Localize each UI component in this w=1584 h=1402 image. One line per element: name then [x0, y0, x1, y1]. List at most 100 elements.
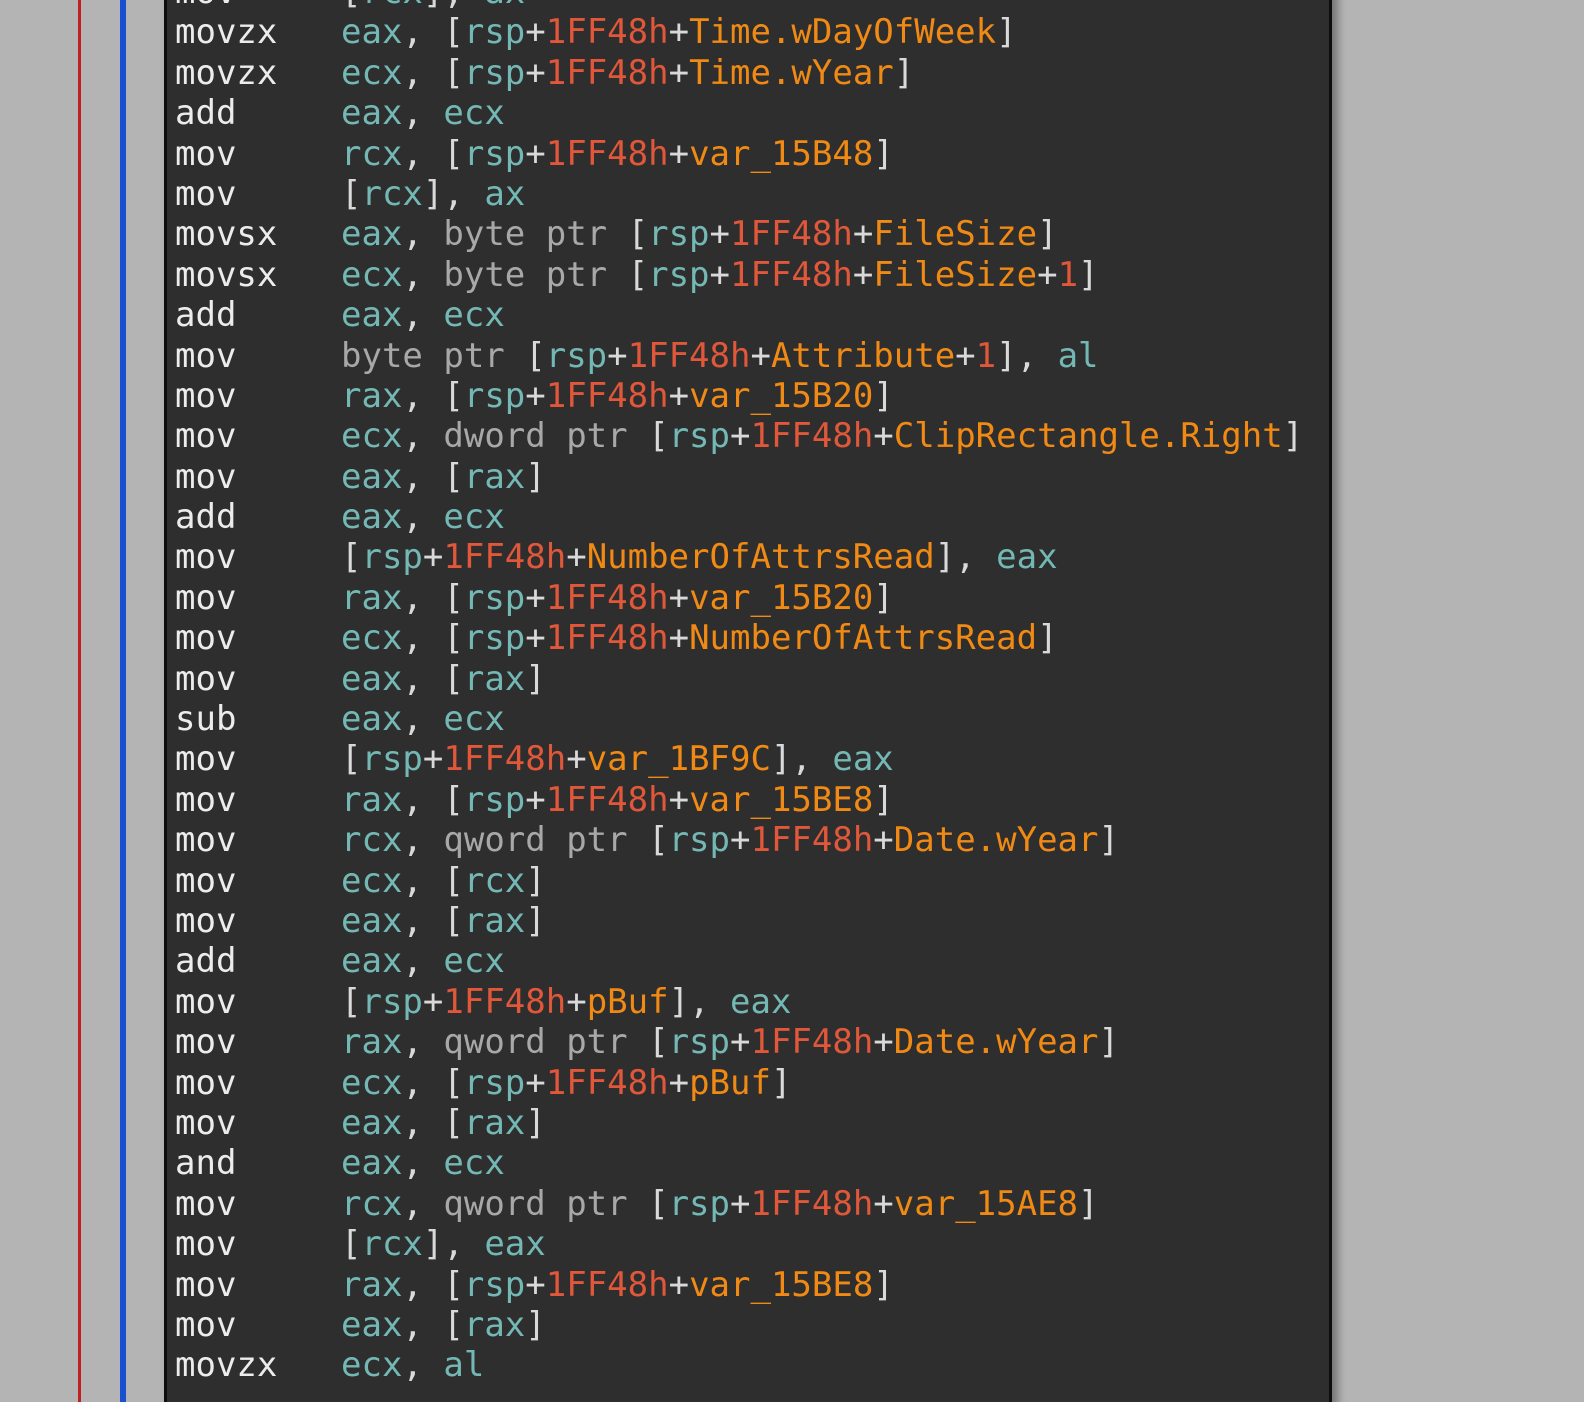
instruction-line[interactable]: movsx ecx, byte ptr [rsp+1FF48h+FileSize+…	[175, 255, 1303, 295]
operand-symbol[interactable]: var_15BE8	[689, 780, 873, 820]
operand-punctuation: +	[525, 618, 546, 659]
instruction-line[interactable]: sub eax, ecx	[175, 699, 1303, 739]
operand-symbol[interactable]: Time.wYear	[689, 53, 894, 93]
operand-symbol[interactable]: var_15B20	[689, 578, 873, 618]
operand-register: rsp	[463, 375, 526, 416]
operand-register: rcx	[341, 133, 403, 174]
instruction-line[interactable]: mov ecx, [rsp+1FF48h+pBuf]	[175, 1063, 1303, 1103]
instruction-line[interactable]: mov eax, [rax]	[175, 659, 1303, 699]
instruction-line[interactable]: movsx eax, byte ptr [rsp+1FF48h+FileSize]	[175, 214, 1303, 254]
instruction-operands: rax, qword ptr [rsp+1FF48h+Date.wYear]	[341, 1022, 1119, 1062]
instruction-operands: ecx, [rsp+1FF48h+Time.wYear]	[341, 53, 914, 93]
operand-punctuation: ],	[770, 739, 833, 780]
operand-symbol[interactable]: pBuf	[689, 1063, 771, 1103]
operand-register: ecx	[443, 295, 505, 336]
operand-register: eax	[730, 981, 792, 1022]
instruction-line[interactable]: mov rax, [rsp+1FF48h+var_15BE8]	[175, 1265, 1303, 1305]
instruction-line[interactable]: mov [rsp+1FF48h+NumberOfAttrsRead], eax	[175, 537, 1303, 577]
operand-punctuation: ,	[402, 1143, 444, 1184]
instruction-line[interactable]: mov byte ptr [rsp+1FF48h+Attribute+1], al	[175, 336, 1303, 376]
operand-punctuation: +	[525, 133, 546, 174]
instruction-line[interactable]: mov ecx, [rsp+1FF48h+NumberOfAttrsRead]	[175, 618, 1303, 658]
operand-punctuation: ]	[525, 1102, 546, 1143]
operand-punctuation: , [	[402, 900, 464, 941]
instruction-line[interactable]: add eax, ecx	[175, 941, 1303, 981]
instruction-line[interactable]: mov[rcx], ax	[175, 0, 1303, 12]
instruction-mnemonic: movzx	[175, 52, 278, 93]
instruction-mnemonic: movzx	[175, 12, 278, 53]
instruction-line[interactable]: movzx eax, [rsp+1FF48h+Time.wDayOfWeek]	[175, 12, 1303, 52]
operand-symbol[interactable]: var_15BE8	[689, 1265, 873, 1305]
operand-register: rax	[341, 779, 403, 820]
instruction-line[interactable]: mov [rsp+1FF48h+pBuf], eax	[175, 982, 1303, 1022]
operand-punctuation: ]	[873, 375, 894, 416]
operand-punctuation: ]	[525, 1304, 546, 1345]
instruction-operands: rax, [rsp+1FF48h+var_15BE8]	[341, 1265, 894, 1305]
instruction-line[interactable]: movzx ecx, [rsp+1FF48h+Time.wYear]	[175, 53, 1303, 93]
instruction-line[interactable]: mov rcx, qword ptr [rsp+1FF48h+var_15AE8]	[175, 1184, 1303, 1224]
operand-register: rax	[463, 900, 526, 941]
operand-symbol[interactable]: NumberOfAttrsRead	[587, 537, 935, 577]
operand-symbol[interactable]: pBuf	[587, 982, 669, 1022]
instruction-operands: byte ptr [rsp+1FF48h+Attribute+1], al	[341, 336, 1099, 376]
instruction-line[interactable]: mov [rcx], eax	[175, 1224, 1303, 1264]
instruction-operands: [rcx], ax	[341, 174, 525, 214]
operand-register: rcx	[463, 860, 526, 901]
instruction-line[interactable]: mov[rcx], ax	[175, 174, 1303, 214]
instruction-line[interactable]: mov rcx, [rsp+1FF48h+var_15B48]	[175, 134, 1303, 174]
instruction-line[interactable]: mov rax, [rsp+1FF48h+var_15B20]	[175, 578, 1303, 618]
operand-symbol[interactable]: var_15AE8	[894, 1184, 1078, 1224]
instruction-line[interactable]: mov ecx, dword ptr [rsp+1FF48h+ClipRectan…	[175, 416, 1303, 456]
operand-punctuation: ]	[1037, 214, 1058, 255]
instruction-line[interactable]: and eax, ecx	[175, 1143, 1303, 1183]
instruction-line[interactable]: movzx ecx, al	[175, 1345, 1303, 1385]
operand-punctuation: +	[873, 820, 894, 861]
instruction-line[interactable]: mov rax, qword ptr [rsp+1FF48h+Date.wYear…	[175, 1022, 1303, 1062]
instruction-line[interactable]: mov eax, [rax]	[175, 457, 1303, 497]
operand-symbol[interactable]: ClipRectangle.Right	[894, 416, 1283, 456]
instruction-line[interactable]: add eax, ecx	[175, 497, 1303, 537]
instruction-line[interactable]: mov eax, [rax]	[175, 1103, 1303, 1143]
operand-punctuation: +	[873, 416, 894, 457]
operand-number: 1FF48h	[545, 375, 669, 416]
operand-symbol[interactable]: var_1BF9C	[587, 739, 771, 779]
operand-register: rax	[463, 1102, 526, 1143]
operand-punctuation: +	[668, 52, 690, 93]
instruction-operands: eax, [rax]	[341, 659, 546, 699]
operand-punctuation: [	[648, 416, 669, 457]
operand-number: 1FF48h	[750, 820, 874, 861]
instruction-line[interactable]: mov rax, [rsp+1FF48h+var_15B20]	[175, 376, 1303, 416]
instruction-line[interactable]: add eax, ecx	[175, 93, 1303, 133]
operand-symbol[interactable]: NumberOfAttrsRead	[689, 618, 1037, 658]
operand-register: rax	[341, 1264, 403, 1305]
operand-symbol[interactable]: var_15B20	[689, 376, 873, 416]
instruction-line[interactable]: mov rcx, qword ptr [rsp+1FF48h+Date.wYear…	[175, 820, 1303, 860]
operand-register: rcx	[341, 1183, 403, 1224]
instruction-line[interactable]: mov eax, [rax]	[175, 1305, 1303, 1345]
operand-symbol[interactable]: Date.wYear	[894, 820, 1099, 860]
operand-punctuation: +	[750, 335, 771, 376]
operand-punctuation: ,	[402, 699, 444, 740]
operand-register: rsp	[463, 577, 526, 618]
operand-number: 1FF48h	[443, 537, 567, 578]
operand-number: 1FF48h	[443, 739, 567, 780]
instruction-operands: eax, [rax]	[341, 901, 546, 941]
operand-register: eax	[341, 93, 403, 134]
operand-symbol[interactable]: FileSize	[873, 214, 1037, 254]
operand-register: eax	[996, 537, 1058, 578]
operand-symbol[interactable]: var_15B48	[689, 134, 873, 174]
operand-symbol[interactable]: Date.wYear	[894, 1022, 1099, 1062]
operand-symbol[interactable]: Attribute	[771, 336, 955, 376]
operand-number: 1FF48h	[545, 52, 669, 93]
instruction-line[interactable]: mov eax, [rax]	[175, 901, 1303, 941]
instruction-line[interactable]: mov [rsp+1FF48h+var_1BF9C], eax	[175, 739, 1303, 779]
operand-register: eax	[341, 214, 403, 255]
instruction-line[interactable]: mov rax, [rsp+1FF48h+var_15BE8]	[175, 780, 1303, 820]
instruction-mnemonic: mov	[175, 779, 237, 820]
operand-number: 1FF48h	[545, 1264, 669, 1305]
instruction-line[interactable]: add eax, ecx	[175, 295, 1303, 335]
operand-punctuation: ]	[525, 456, 546, 497]
operand-symbol[interactable]: Time.wDayOfWeek	[689, 12, 996, 52]
instruction-line[interactable]: mov ecx, [rcx]	[175, 861, 1303, 901]
operand-symbol[interactable]: FileSize	[873, 255, 1037, 295]
